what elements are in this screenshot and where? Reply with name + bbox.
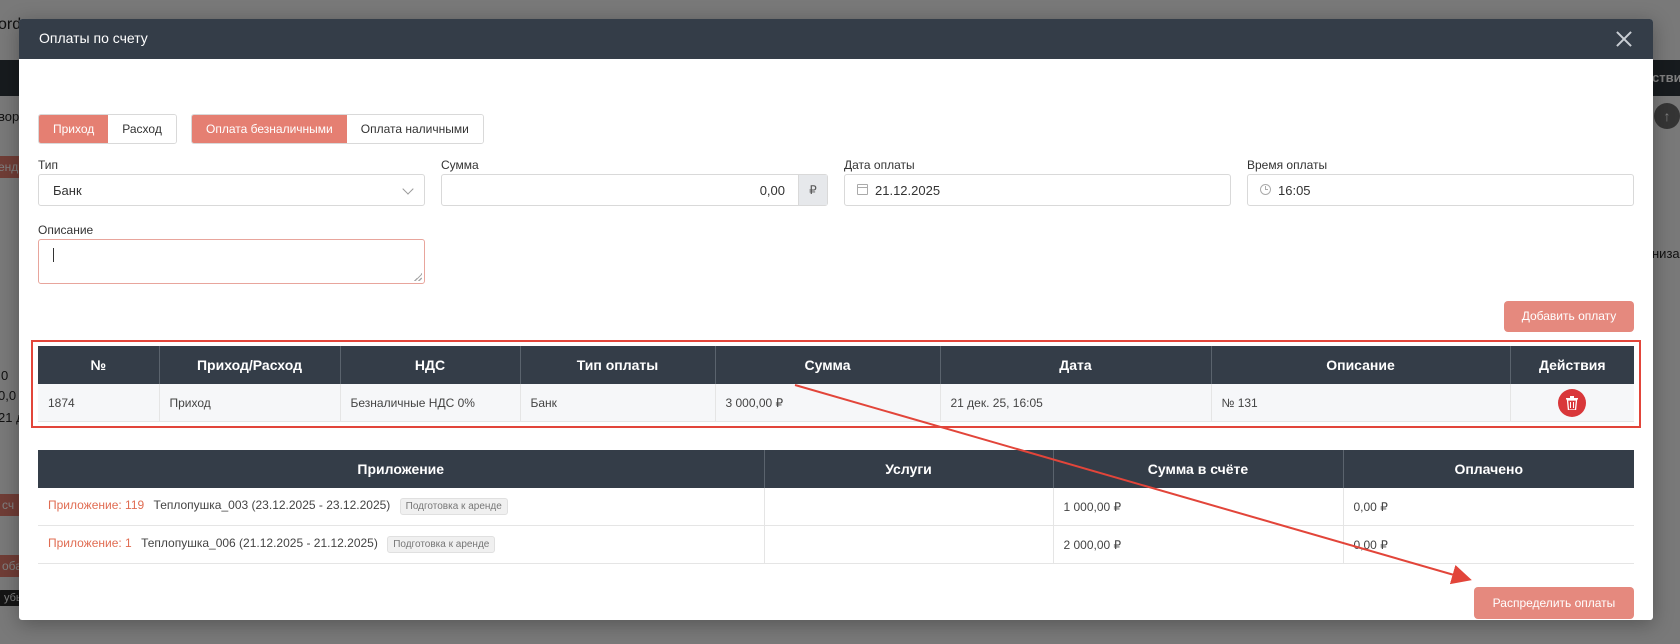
payment-sum: 3 000,00 ₽ — [715, 384, 941, 422]
attachment-paid: 0,00 ₽ — [1343, 488, 1634, 526]
calendar-icon — [857, 184, 868, 195]
sum-input[interactable]: 0,00 ₽ — [441, 174, 828, 206]
date-picker-value: 21.12.2025 — [875, 183, 941, 198]
column-header: Услуги — [764, 450, 1054, 488]
payments-table: № Приход/Расход НДС Тип оплаты Сумма Дат… — [38, 346, 1634, 422]
direction-toggle: Приход Расход — [38, 114, 177, 144]
currency-addon: ₽ — [798, 175, 827, 205]
attachment-sum: 1 000,00 ₽ — [1053, 488, 1344, 526]
status-badge: Подготовка к аренде — [387, 536, 496, 553]
time-picker[interactable]: 16:05 — [1247, 174, 1634, 206]
payment-number: 1874 — [38, 384, 160, 422]
description-label: Описание — [38, 223, 94, 237]
toggle-expense[interactable]: Расход — [108, 115, 176, 143]
attachment-name: Теплопушка_003 (23.12.2025 - 23.12.2025) — [153, 498, 391, 512]
table-header-row: Приложение Услуги Сумма в счёте Оплачено — [38, 450, 1634, 488]
trash-icon — [1566, 395, 1579, 410]
payment-actions — [1510, 384, 1634, 422]
date-label: Дата оплаты — [844, 158, 915, 172]
clock-icon — [1260, 184, 1271, 195]
chevron-down-icon — [402, 183, 414, 195]
toggle-cash[interactable]: Оплата наличными — [346, 115, 483, 143]
column-header: Приход/Расход — [159, 346, 341, 384]
table-row: Приложение: 119 Теплопушка_003 (23.12.20… — [38, 488, 1634, 526]
toggle-income[interactable]: Приход — [39, 115, 109, 143]
distribute-payments-button[interactable]: Распределить оплаты — [1474, 587, 1634, 619]
attachment-cell: Приложение: 1 Теплопушка_006 (21.12.2025… — [38, 525, 765, 564]
resize-handle[interactable] — [414, 273, 422, 281]
attachment-sum: 2 000,00 ₽ — [1053, 525, 1344, 564]
delete-payment-button[interactable] — [1558, 388, 1587, 417]
text-caret — [53, 248, 54, 262]
column-header: Оплачено — [1343, 450, 1634, 488]
payment-type: Банк — [520, 384, 716, 422]
payment-method-toggle: Оплата безналичными Оплата наличными — [191, 114, 484, 144]
type-label: Тип — [38, 158, 59, 172]
column-header: НДС — [340, 346, 521, 384]
column-header: Приложение — [38, 450, 765, 488]
attachment-link[interactable]: Приложение: 1 — [48, 536, 132, 550]
close-icon[interactable] — [1613, 28, 1635, 50]
type-select[interactable]: Банк — [38, 174, 425, 206]
attachments-table: Приложение Услуги Сумма в счёте Оплачено… — [38, 450, 1634, 564]
modal-body: Приход Расход Оплата безналичными Оплата… — [19, 59, 1653, 620]
toggle-cashless[interactable]: Оплата безналичными — [192, 115, 347, 143]
column-header: № — [38, 346, 160, 384]
column-header: Тип оплаты — [520, 346, 716, 384]
sum-label: Сумма — [441, 158, 479, 172]
column-header: Действия — [1510, 346, 1634, 384]
column-header: Описание — [1211, 346, 1511, 384]
payment-description: № 131 — [1211, 384, 1511, 422]
column-header: Сумма в счёте — [1053, 450, 1344, 488]
attachment-services — [764, 488, 1054, 526]
attachment-services — [764, 525, 1054, 564]
type-select-value: Банк — [53, 183, 82, 198]
attachment-link[interactable]: Приложение: 119 — [48, 498, 144, 512]
time-picker-value: 16:05 — [1278, 183, 1311, 198]
table-row: 1874 Приход Безналичные НДС 0% Банк 3 00… — [38, 384, 1634, 422]
modal-header: Оплаты по счету — [19, 19, 1653, 59]
modal-title: Оплаты по счету — [39, 30, 148, 46]
table-header-row: № Приход/Расход НДС Тип оплаты Сумма Дат… — [38, 346, 1634, 384]
attachment-paid: 0,00 ₽ — [1343, 525, 1634, 564]
description-textarea[interactable] — [38, 239, 425, 284]
date-picker[interactable]: 21.12.2025 — [844, 174, 1231, 206]
status-badge: Подготовка к аренде — [399, 498, 508, 515]
column-header: Дата — [940, 346, 1212, 384]
column-header: Сумма — [715, 346, 941, 384]
sum-input-value: 0,00 — [759, 183, 785, 198]
payment-date: 21 дек. 25, 16:05 — [940, 384, 1212, 422]
attachment-cell: Приложение: 119 Теплопушка_003 (23.12.20… — [38, 488, 765, 526]
attachment-name: Теплопушка_006 (21.12.2025 - 21.12.2025) — [141, 536, 378, 550]
add-payment-button[interactable]: Добавить оплату — [1504, 301, 1634, 332]
payments-modal: Оплаты по счету Приход Расход Оплата без… — [19, 19, 1653, 620]
payment-direction: Приход — [159, 384, 341, 422]
table-row: Приложение: 1 Теплопушка_006 (21.12.2025… — [38, 525, 1634, 564]
payment-vat: Безналичные НДС 0% — [340, 384, 521, 422]
time-label: Время оплаты — [1247, 158, 1328, 172]
